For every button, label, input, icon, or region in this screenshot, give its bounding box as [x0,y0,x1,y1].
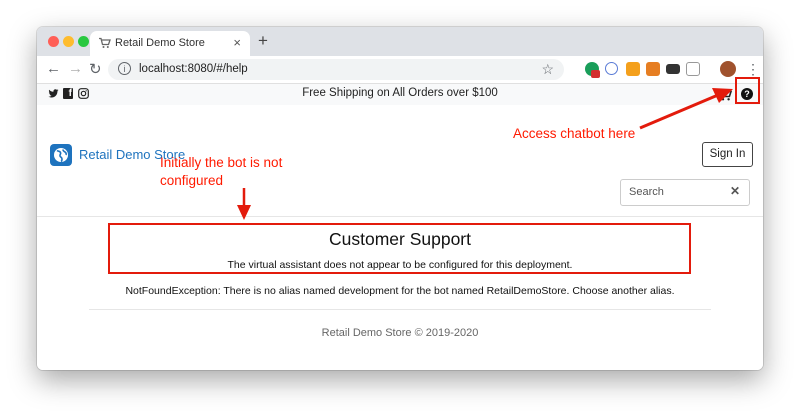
annotation-arrows [237,88,733,220]
arrow-to-help-button-icon [639,88,733,130]
arrow-to-error-message-icon [237,188,251,220]
